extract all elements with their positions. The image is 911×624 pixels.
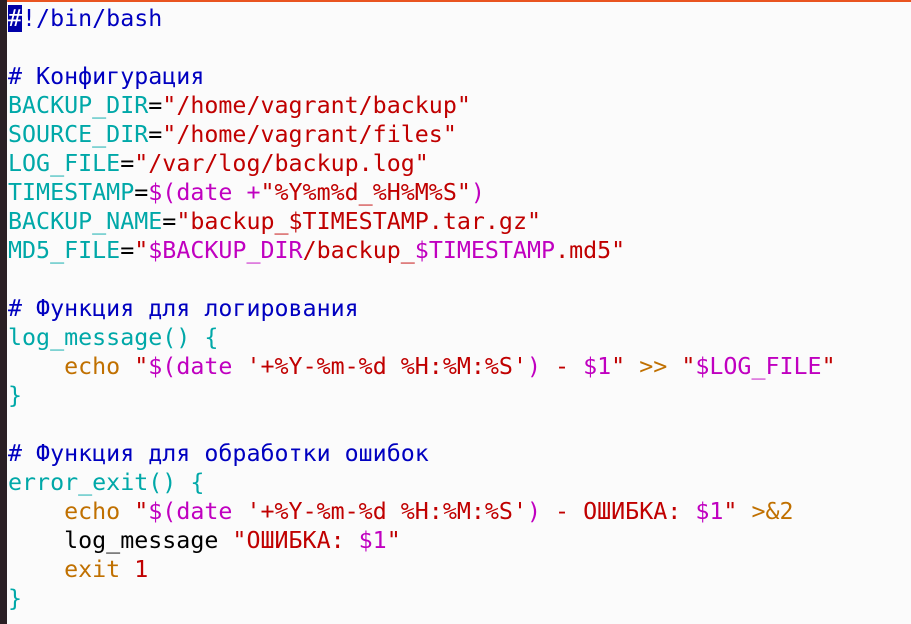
code-line[interactable]: # Функция для обработки ошибок xyxy=(8,439,836,468)
code-line[interactable]: error_exit() { xyxy=(8,468,836,497)
token-ident: TIMESTAMP xyxy=(8,179,135,206)
token-keyword: >&2 xyxy=(737,498,794,525)
token-plain: = xyxy=(162,208,177,235)
token-string: "/home/vagrant/files" xyxy=(162,121,457,148)
token-string: " xyxy=(120,353,149,380)
token-ident: LOG_FILE xyxy=(8,150,121,177)
token-string: " xyxy=(134,237,149,264)
token-string: '+%Y-%m-%d %H:%M:%S' xyxy=(246,353,527,380)
token-string: "%Y%m%d_%H%M%S" xyxy=(260,179,471,206)
code-line[interactable]: # Функция для логирования xyxy=(8,294,836,323)
token-string: " xyxy=(386,527,401,554)
token-string: " xyxy=(723,498,738,525)
token-subst: ) xyxy=(527,498,542,525)
token-string: "/var/log/backup.log" xyxy=(134,150,429,177)
token-ident: } xyxy=(8,585,23,612)
token-string: " xyxy=(611,353,626,380)
token-string: "backup_$TIMESTAMP.tar.gz" xyxy=(176,208,542,235)
token-string: /backup_ xyxy=(302,237,415,264)
token-comment: # Функция для логирования xyxy=(8,295,359,322)
token-subst: $TIMESTAMP xyxy=(414,237,556,264)
token-subst: $(date xyxy=(148,353,247,380)
code-line[interactable]: #!/bin/bash xyxy=(8,4,836,33)
window-top-accent xyxy=(7,0,911,2)
token-ident: MD5_FILE xyxy=(8,237,121,264)
token-ident: BACKUP_NAME xyxy=(8,208,163,235)
token-plain: = xyxy=(148,92,163,119)
token-string: " xyxy=(681,353,696,380)
token-comment: # Конфигурация xyxy=(8,63,205,90)
code-line[interactable] xyxy=(8,33,836,62)
token-string: " xyxy=(120,498,149,525)
token-string: " xyxy=(821,353,836,380)
code-line[interactable]: BACKUP_NAME="backup_$TIMESTAMP.tar.gz" xyxy=(8,207,836,236)
token-plain: = xyxy=(148,121,163,148)
token-string: .md5" xyxy=(555,237,626,264)
code-line[interactable] xyxy=(8,265,836,294)
code-line[interactable]: LOG_FILE="/var/log/backup.log" xyxy=(8,149,836,178)
token-subst: $(date xyxy=(148,498,247,525)
token-comment: # Функция для обработки ошибок xyxy=(8,440,429,467)
code-editor[interactable]: #!/bin/bash # Конфигурация BACKUP_DIR="/ho… xyxy=(8,4,836,613)
token-subst: $1 xyxy=(583,353,612,380)
token-plain: log_message xyxy=(8,527,233,554)
token-ident: error_exit() { xyxy=(8,469,205,496)
token-plain: = xyxy=(120,150,135,177)
code-line[interactable]: # Конфигурация xyxy=(8,62,836,91)
token-ident: } xyxy=(8,382,23,409)
code-line[interactable]: } xyxy=(8,584,836,613)
token-string: "ОШИБКА: xyxy=(232,527,359,554)
token-comment: !/bin/bash xyxy=(22,5,163,32)
code-line[interactable]: MD5_FILE="$BACKUP_DIR/backup_$TIMESTAMP.… xyxy=(8,236,836,265)
code-line[interactable]: log_message "ОШИБКА: $1" xyxy=(8,526,836,555)
token-plain: = xyxy=(134,179,149,206)
token-subst: $(date + xyxy=(148,179,261,206)
code-line[interactable]: log_message() { xyxy=(8,323,836,352)
token-subst: $1 xyxy=(358,527,387,554)
code-line[interactable] xyxy=(8,410,836,439)
text-cursor: # xyxy=(8,5,23,32)
code-line[interactable]: TIMESTAMP=$(date +"%Y%m%d_%H%M%S") xyxy=(8,178,836,207)
code-line[interactable]: } xyxy=(8,381,836,410)
token-keyword: exit xyxy=(64,556,121,583)
token-keyword: >> xyxy=(625,353,682,380)
token-string: '+%Y-%m-%d %H:%M:%S' xyxy=(246,498,527,525)
token-subst: $1 xyxy=(695,498,724,525)
token-string: - xyxy=(541,353,584,380)
code-line[interactable]: SOURCE_DIR="/home/vagrant/files" xyxy=(8,120,836,149)
code-line[interactable]: echo "$(date '+%Y-%m-%d %H:%M:%S') - ОШИ… xyxy=(8,497,836,526)
token-plain: = xyxy=(120,237,135,264)
token-keyword: echo xyxy=(64,498,121,525)
token-subst: $BACKUP_DIR xyxy=(148,237,303,264)
code-line[interactable]: echo "$(date '+%Y-%m-%d %H:%M:%S') - $1"… xyxy=(8,352,836,381)
token-subst: ) xyxy=(527,353,542,380)
token-subst: $LOG_FILE xyxy=(695,353,822,380)
code-line[interactable]: BACKUP_DIR="/home/vagrant/backup" xyxy=(8,91,836,120)
token-subst: ) xyxy=(470,179,485,206)
token-string: "/home/vagrant/backup" xyxy=(162,92,471,119)
token-ident: SOURCE_DIR xyxy=(8,121,149,148)
token-ident: BACKUP_DIR xyxy=(8,92,149,119)
token-ident: log_message() { xyxy=(8,324,219,351)
token-string: 1 xyxy=(120,556,149,583)
window-edge xyxy=(0,0,7,624)
token-string: - ОШИБКА: xyxy=(541,498,696,525)
token-keyword: echo xyxy=(64,353,121,380)
code-line[interactable]: exit 1 xyxy=(8,555,836,584)
